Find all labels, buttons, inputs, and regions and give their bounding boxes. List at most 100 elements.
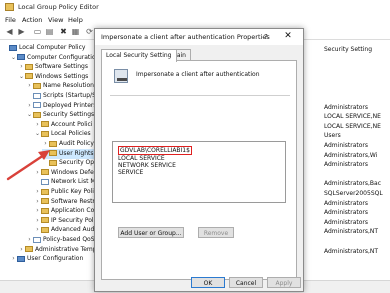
folder-icon (33, 82, 41, 89)
menu-file[interactable]: File (5, 16, 16, 24)
expand-chevron-icon[interactable]: › (34, 225, 41, 235)
tree-item[interactable]: › User Configuration (10, 254, 83, 264)
tree-item[interactable]: ⌄ Windows Settings (18, 72, 88, 82)
tree-item-label: IP Security Polic (51, 216, 99, 224)
cancel-button[interactable]: Cancel (229, 277, 263, 288)
menu-help[interactable]: Help (68, 16, 83, 24)
tree-item[interactable]: User Rights (42, 148, 94, 159)
policy-setting-value: Administrators (324, 161, 369, 169)
expand-chevron-icon[interactable]: › (34, 168, 41, 178)
expand-chevron-icon[interactable]: › (34, 197, 41, 207)
tree-item[interactable]: ⌄ Local Policies (34, 129, 91, 139)
collapse-chevron-icon[interactable]: ⌄ (34, 129, 41, 139)
tree-item[interactable]: › Advanced Audit (34, 225, 98, 235)
tree-item[interactable]: › Policy-based QoS (26, 235, 95, 245)
account-item[interactable]: SERVICE (118, 169, 143, 176)
apply-button[interactable]: Apply (267, 277, 301, 288)
accounts-list[interactable]: GDVLAB\CORELLIABI1$ LOCAL SERVICE NETWOR… (112, 141, 286, 203)
tree-item[interactable]: › Administrative Templat (18, 245, 104, 255)
ok-button[interactable]: OK (191, 277, 225, 288)
policy-setting-value: Administrators (324, 199, 369, 207)
properties-icon[interactable]: ▦ (70, 27, 81, 37)
tree-item-label: Application Con (51, 207, 99, 215)
tree-item[interactable]: ⌄ Security Settings (26, 110, 94, 120)
expand-chevron-icon[interactable]: › (26, 81, 33, 91)
tree-item[interactable]: › Software Settings (18, 62, 88, 72)
folder-icon (41, 130, 49, 137)
folder-icon (49, 150, 57, 157)
computer-icon (17, 255, 25, 262)
tree-item-label: Security Settings (43, 111, 95, 119)
close-icon[interactable]: ✕ (281, 31, 295, 42)
policy-setting-value: Administrators,NT (324, 228, 379, 236)
policy-setting-value: Administrators (324, 142, 369, 149)
policy-setting-value: Administrators,NT (324, 247, 379, 255)
tree-item[interactable]: › Name Resolution P (26, 81, 99, 91)
tab-local-security-setting[interactable]: Local Security Setting (101, 49, 177, 62)
folder-icon (49, 140, 57, 147)
tree-item-label: Advanced Audit (51, 226, 99, 234)
expand-chevron-icon[interactable]: › (18, 62, 25, 72)
folder-icon (41, 207, 49, 214)
policy-name: Impersonate a client after authenticatio… (136, 71, 260, 78)
tree-item-label: Local Policies (51, 130, 91, 138)
tree-item[interactable]: › Public Key Poli (34, 187, 94, 197)
expand-chevron-icon[interactable]: › (34, 120, 41, 130)
expand-chevron-icon[interactable]: › (34, 187, 41, 197)
tree-item[interactable]: Local Computer Policy (2, 43, 85, 53)
expand-chevron-icon[interactable]: › (42, 139, 49, 149)
account-item[interactable]: LOCAL SERVICE (118, 155, 165, 162)
remove-button[interactable]: Remove (198, 227, 234, 238)
add-user-or-group-button[interactable]: Add User or Group... (118, 227, 184, 238)
forward-icon[interactable]: ▶ (16, 27, 27, 37)
tree-item[interactable]: Network List M (34, 177, 96, 187)
column-header[interactable]: Security Setting (324, 46, 372, 53)
back-icon[interactable]: ◀ (4, 27, 15, 37)
tree-item[interactable]: › Audit Policy (42, 139, 94, 149)
tree-item-label: Public Key Poli (51, 188, 94, 195)
expand-chevron-icon[interactable]: › (18, 245, 25, 255)
tree-item[interactable]: › Deployed Printers (26, 101, 97, 111)
show-hide-tree-icon[interactable]: ▤ (44, 27, 55, 37)
policy-setting-value: Administrators (324, 218, 369, 226)
collapse-chevron-icon[interactable]: ⌄ (26, 110, 33, 120)
tab-panel: Impersonate a client after authenticatio… (101, 60, 297, 280)
expand-chevron-icon[interactable]: › (10, 254, 17, 264)
title-bar: Local Group Policy Editor (0, 0, 390, 15)
tree-item[interactable]: › Application Con (34, 206, 98, 216)
collapse-chevron-icon[interactable]: ⌄ (10, 53, 17, 63)
menu-view[interactable]: View (48, 16, 63, 24)
tree-item[interactable]: › Software Restric (34, 197, 100, 207)
tree-item-label: Policy-based QoS (43, 236, 95, 243)
menu-action[interactable]: Action (22, 16, 42, 24)
policy-setting-value: Administrators (324, 209, 369, 217)
computer-icon (17, 54, 25, 61)
dialog-title: Impersonate a client after authenticatio… (101, 33, 270, 41)
tree-item[interactable]: Security Opti (42, 158, 98, 168)
expand-chevron-icon[interactable]: › (34, 216, 41, 226)
folder-icon (41, 198, 49, 205)
policy-icon (33, 236, 41, 243)
tree-item[interactable]: › Account Polici (34, 120, 92, 130)
policy-icon (41, 178, 49, 185)
delete-icon[interactable]: ✖ (58, 27, 69, 37)
folder-icon (25, 63, 33, 70)
tree-item[interactable]: Scripts (Startup/Shu (26, 91, 103, 101)
policy-icon (33, 92, 41, 99)
account-item[interactable]: GDVLAB\CORELLIABI1$ (118, 146, 192, 155)
up-folder-icon[interactable]: ▭ (32, 27, 43, 37)
tree-item[interactable]: › IP Security Polic (34, 216, 99, 226)
expand-chevron-icon[interactable]: › (26, 101, 33, 111)
help-icon[interactable]: ? (261, 32, 271, 42)
tree-item[interactable]: › Windows Defen (34, 168, 98, 178)
folder-icon (41, 217, 49, 224)
tree-item-label: User Configuration (27, 255, 84, 263)
tree-item-label: Deployed Printers (43, 101, 97, 109)
tree-item[interactable]: ⌄ Computer Configuration (10, 53, 99, 63)
menu-bar: File Action View Help (0, 14, 390, 25)
expand-chevron-icon[interactable]: › (26, 235, 33, 245)
collapse-chevron-icon[interactable]: ⌄ (18, 72, 25, 82)
account-item[interactable]: NETWORK SERVICE (118, 162, 176, 169)
tree-item-label: Windows Defen (51, 168, 98, 176)
expand-chevron-icon[interactable]: › (34, 206, 41, 216)
